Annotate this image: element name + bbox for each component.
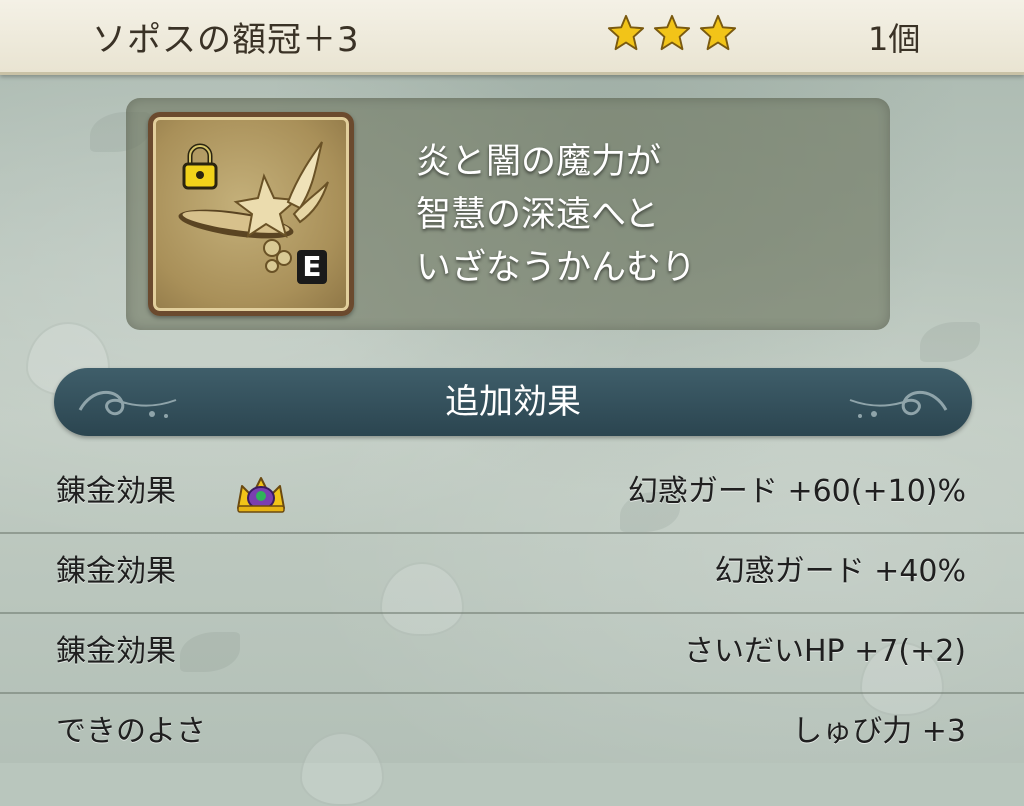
effect-label: 錬金効果 bbox=[56, 474, 176, 509]
section-banner: 追加効果 bbox=[54, 368, 972, 436]
effect-label: 錬金効果 bbox=[56, 554, 176, 589]
effect-row: 錬金効果 さいだいHP +7(+2) bbox=[0, 612, 1024, 694]
effect-row: 錬金効果 幻惑ガード +40% bbox=[0, 532, 1024, 614]
description-line: 智慧の深遠へと bbox=[416, 195, 660, 235]
item-description: 炎と闇の魔力が 智慧の深遠へと いざなうかんむり bbox=[416, 136, 696, 295]
rarity-stars bbox=[607, 14, 737, 52]
ornament-swirl-icon bbox=[849, 390, 948, 418]
effect-value: さいだいHP +7(+2) bbox=[683, 634, 966, 669]
crown-gem-icon bbox=[237, 477, 285, 513]
star-icon bbox=[653, 14, 691, 51]
item-header: ソポスの額冠＋3 1個 bbox=[0, 0, 1024, 75]
section-title: 追加効果 bbox=[445, 382, 581, 422]
effect-value: 幻惑ガード +60(+10)% bbox=[627, 474, 966, 509]
effect-row: できのよさ しゅび力 +3 bbox=[0, 692, 1024, 772]
effect-value: しゅび力 +3 bbox=[792, 714, 966, 749]
equipped-badge: E bbox=[297, 250, 327, 284]
description-line: 炎と闇の魔力が bbox=[416, 142, 662, 182]
star-icon bbox=[607, 14, 645, 51]
leaf-motif bbox=[920, 322, 980, 362]
item-count: 1個 bbox=[868, 20, 921, 58]
effect-value: 幻惑ガード +40% bbox=[714, 554, 966, 589]
item-name: ソポスの額冠＋3 bbox=[92, 20, 360, 60]
effect-label: できのよさ bbox=[56, 714, 206, 749]
effect-row: 錬金効果 幻惑ガード +60(+10)% bbox=[0, 452, 1024, 534]
description-line: いざなうかんむり bbox=[416, 248, 697, 288]
star-icon bbox=[699, 14, 737, 51]
effect-label: 錬金効果 bbox=[56, 634, 176, 669]
lock-icon bbox=[182, 143, 218, 190]
